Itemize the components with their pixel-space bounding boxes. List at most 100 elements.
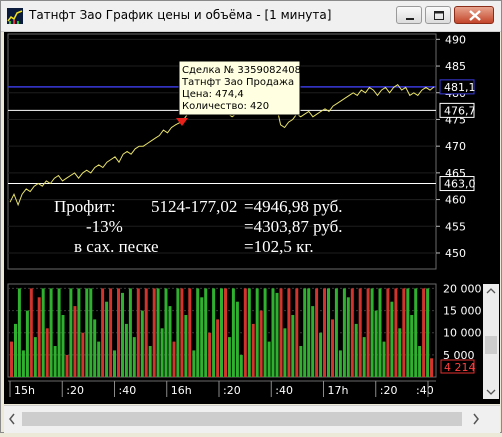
volume-bar xyxy=(224,288,227,377)
level-price-label: 476,7 xyxy=(439,102,476,118)
volume-bar xyxy=(204,288,208,377)
volume-bar xyxy=(41,288,45,377)
volume-bar xyxy=(176,288,180,377)
volume-bar xyxy=(152,288,156,377)
price-tick-label: 485 xyxy=(445,60,466,73)
tooltip-line: Количество: 420 xyxy=(182,101,269,112)
trade-tooltip: Сделка № 3359082408 Татнфт Зао Продажа Ц… xyxy=(178,60,301,116)
volume-bar xyxy=(362,337,366,377)
time-tick-label: 16h xyxy=(171,384,192,397)
volume-bar xyxy=(168,306,172,377)
volume-bar xyxy=(418,346,422,377)
volume-bar xyxy=(350,288,354,377)
volume-bar xyxy=(49,288,53,377)
volume-bar xyxy=(295,288,299,377)
volume-bar xyxy=(243,288,247,377)
volume-bar xyxy=(196,288,200,377)
scroll-up-icon xyxy=(486,288,496,294)
chart-svg[interactable]: 490 485 480 475 470 465 460 455 450 481,… xyxy=(4,32,500,404)
scroll-down-icon xyxy=(486,389,496,395)
horizontal-scrollbar[interactable] xyxy=(4,405,500,433)
volume-bar xyxy=(160,328,164,377)
volume-bar xyxy=(29,288,33,377)
volume-bar xyxy=(45,328,49,377)
volume-bar xyxy=(57,288,61,377)
volume-bar xyxy=(231,288,235,377)
volume-bar xyxy=(89,288,93,377)
scroll-right-icon xyxy=(473,413,479,425)
volume-bar xyxy=(25,310,29,377)
volume-bar xyxy=(414,288,418,377)
maximize-button[interactable] xyxy=(425,6,451,24)
chart-area[interactable]: 490 485 480 475 470 465 460 455 450 481,… xyxy=(4,32,500,404)
title-bar[interactable]: Татнфт Зао График цены и объёма - [1 мин… xyxy=(1,1,501,32)
volume-bar xyxy=(239,354,243,377)
sugar-label: в сах. песке xyxy=(74,237,159,256)
maximize-icon xyxy=(434,11,444,20)
volume-bar xyxy=(315,288,319,377)
volume-bar xyxy=(81,332,85,377)
volume-bar xyxy=(33,337,37,377)
minimize-button[interactable] xyxy=(396,6,422,24)
price-tick-label: 490 xyxy=(445,33,466,46)
price-tick-label: 470 xyxy=(445,140,466,153)
svg-text:463,0: 463,0 xyxy=(444,178,476,191)
volume-bar xyxy=(65,354,69,377)
volume-bar xyxy=(235,301,239,377)
percent-label: -13% xyxy=(86,217,123,236)
volume-bar xyxy=(220,288,223,377)
scroll-thumb xyxy=(485,336,497,354)
profit-formula: 5124-177,02 xyxy=(151,197,237,216)
price-y-axis: 490 485 480 475 470 465 460 455 450 xyxy=(445,33,466,260)
volume-bar xyxy=(136,288,140,377)
volume-bar xyxy=(430,358,433,377)
hscroll-graphic xyxy=(9,412,479,426)
hscroll-thumb xyxy=(22,412,462,426)
volume-bar xyxy=(342,288,346,377)
volume-bar xyxy=(386,288,390,377)
volume-bar xyxy=(255,288,259,377)
time-tick-label: :20 xyxy=(380,384,398,397)
volume-tick-label: 20 000 xyxy=(443,282,482,295)
volume-bar xyxy=(354,323,358,377)
volume-bar xyxy=(121,292,124,377)
svg-text:476,7: 476,7 xyxy=(444,104,476,117)
level-price-label: 463,0 xyxy=(439,176,476,192)
tooltip-line: Сделка № 3359082408 xyxy=(182,65,301,76)
percent-result: =4303,87 руб. xyxy=(244,217,343,236)
close-icon xyxy=(469,10,481,21)
volume-bar xyxy=(164,288,168,377)
volume-bar xyxy=(247,288,251,377)
time-tick-label: :40 xyxy=(416,384,434,397)
volume-bar xyxy=(307,288,311,377)
volume-bar xyxy=(426,288,430,377)
window-title: Татнфт Зао График цены и объёма - [1 мин… xyxy=(29,8,332,22)
scrollbar-graphic xyxy=(485,288,497,395)
volume-bar xyxy=(73,306,77,377)
sell-trade-marker[interactable] xyxy=(176,118,188,126)
volume-bar xyxy=(334,288,338,377)
volume-bar xyxy=(327,288,330,377)
profit-label: Профит: xyxy=(54,197,116,216)
volume-bar xyxy=(69,288,73,377)
volume-bar xyxy=(61,315,65,377)
app-window: Татнфт Зао График цены и объёма - [1 мин… xyxy=(0,0,502,433)
volume-bar xyxy=(17,288,21,377)
volume-bar xyxy=(291,315,295,377)
volume-bar xyxy=(271,288,275,377)
volume-bar xyxy=(402,288,406,377)
volume-bar xyxy=(263,288,267,377)
close-button[interactable] xyxy=(454,6,494,24)
volume-bar xyxy=(109,288,113,377)
volume-bar xyxy=(366,288,370,377)
time-axis: 15h :20 :40 16h :20 :40 17h :20 :40 xyxy=(9,381,434,397)
volume-bar xyxy=(275,292,279,377)
volume-bar xyxy=(346,297,350,377)
last-volume-label: 4 214 xyxy=(440,359,476,374)
volume-bar xyxy=(37,297,41,377)
vertical-scrollbar[interactable] xyxy=(483,284,499,399)
svg-text:4 214: 4 214 xyxy=(444,361,476,374)
volume-bar xyxy=(200,297,204,377)
time-tick-label: :20 xyxy=(223,384,241,397)
volume-bar xyxy=(172,341,176,377)
